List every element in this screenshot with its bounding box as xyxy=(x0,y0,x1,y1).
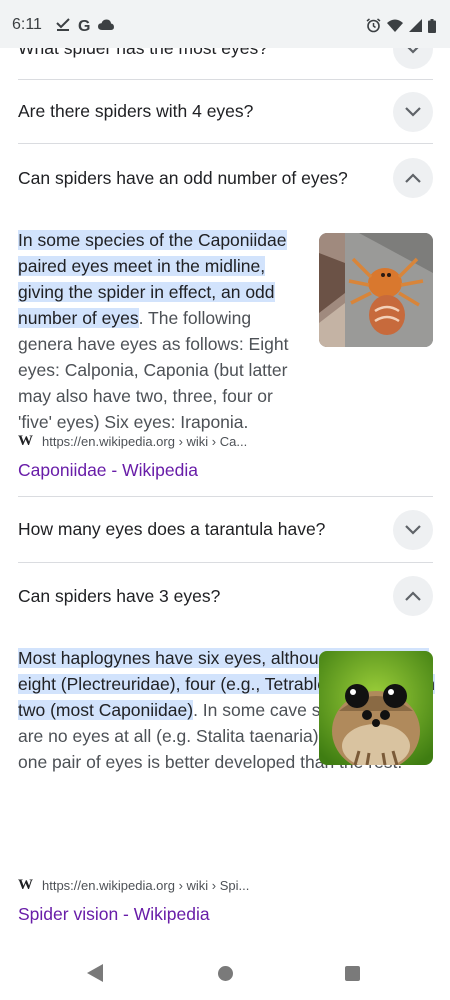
search-results-content: What spider has the most eyes? Are there… xyxy=(0,0,450,940)
faq-row-4-eyes[interactable]: Are there spiders with 4 eyes? xyxy=(18,80,433,144)
source-caponiidae[interactable]: W https://en.wikipedia.org › wiki › Ca..… xyxy=(18,433,247,450)
signal-icon xyxy=(409,19,422,37)
home-icon[interactable] xyxy=(218,966,233,981)
cloud-icon xyxy=(98,18,115,36)
recents-icon[interactable] xyxy=(345,966,360,981)
chevron-up-icon[interactable] xyxy=(393,576,433,616)
result-link-caponiidae[interactable]: Caponiidae - Wikipedia xyxy=(18,460,198,481)
status-time: 6:11 xyxy=(12,16,42,33)
jumping-spider-image[interactable] xyxy=(319,651,433,765)
status-bar: 6:11 G xyxy=(0,0,450,48)
back-icon[interactable] xyxy=(87,964,103,987)
battery-icon xyxy=(428,18,436,38)
faq-question: Can spiders have an odd number of eyes? xyxy=(18,167,348,188)
faq-row-odd-eyes[interactable]: Can spiders have an odd number of eyes? xyxy=(18,145,433,211)
google-g-icon: G xyxy=(78,17,91,35)
wifi-icon xyxy=(387,19,403,37)
result-link-spider-vision[interactable]: Spider vision - Wikipedia xyxy=(18,904,210,925)
faq-row-3-eyes[interactable]: Can spiders have 3 eyes? xyxy=(18,564,433,628)
source-url: https://en.wikipedia.org › wiki › Ca... xyxy=(42,434,248,449)
alarm-icon xyxy=(366,18,381,38)
faq-row-tarantula[interactable]: How many eyes does a tarantula have? xyxy=(18,497,433,563)
chevron-down-icon[interactable] xyxy=(393,509,433,550)
faq-question: Are there spiders with 4 eyes? xyxy=(18,101,254,121)
chevron-down-icon[interactable] xyxy=(393,91,433,132)
source-spider-vision[interactable]: W https://en.wikipedia.org › wiki › Spi.… xyxy=(18,877,249,894)
faq-question: How many eyes does a tarantula have? xyxy=(18,519,326,539)
caponiidae-spider-image[interactable] xyxy=(319,233,433,347)
wikipedia-icon: W xyxy=(18,433,33,449)
wikipedia-icon: W xyxy=(18,877,33,893)
faq-question: Can spiders have 3 eyes? xyxy=(18,585,221,606)
source-url: https://en.wikipedia.org › wiki › Spi... xyxy=(42,878,250,893)
chevron-up-icon[interactable] xyxy=(393,158,433,198)
check-download-icon xyxy=(56,17,70,36)
